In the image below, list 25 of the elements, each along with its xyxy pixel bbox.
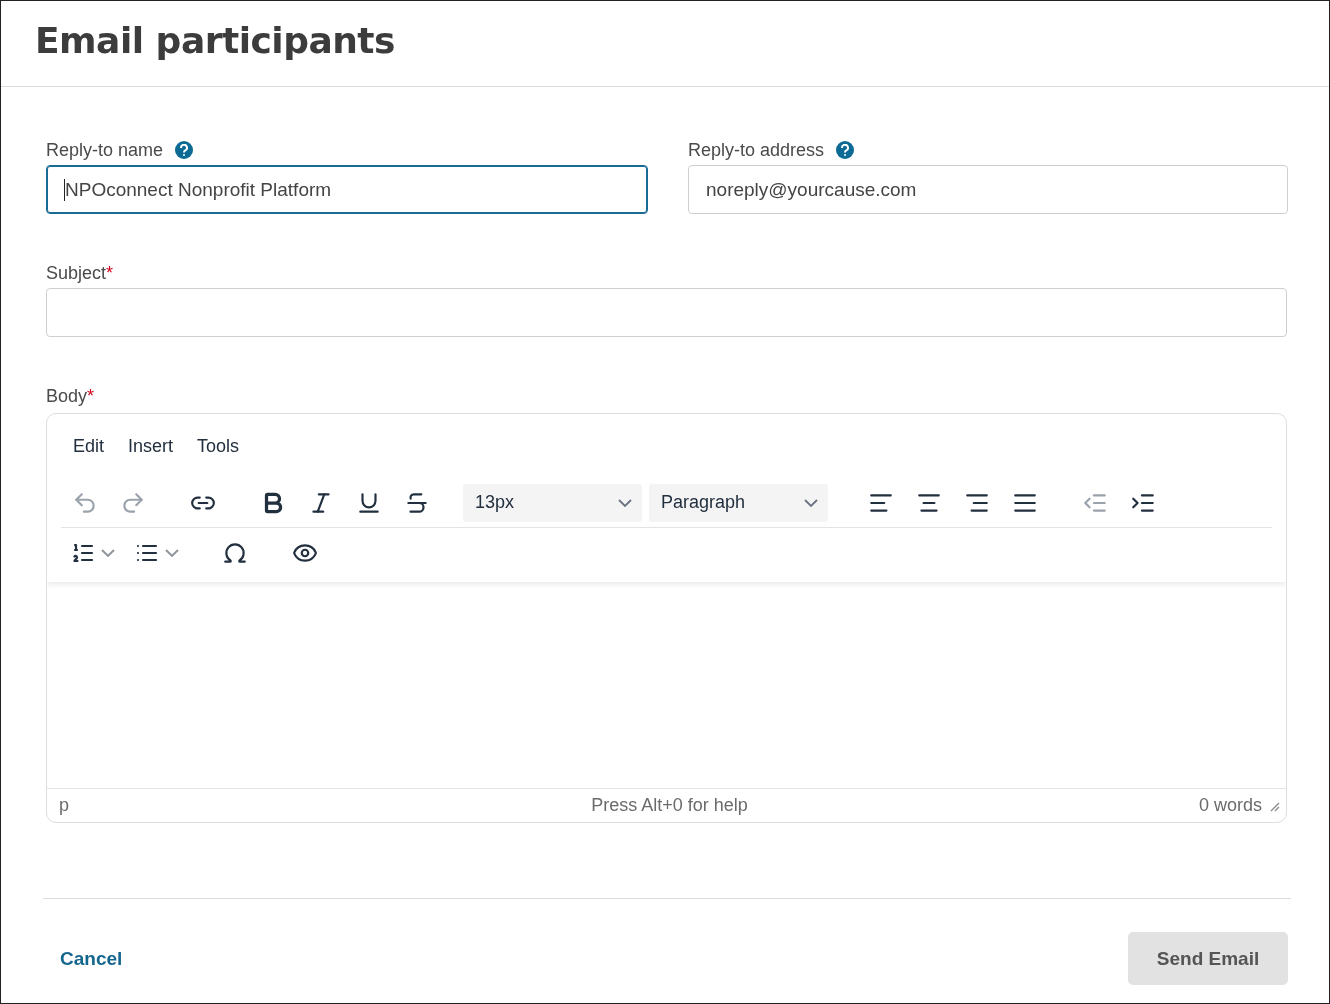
field-label: Body* [46,385,95,407]
chevron-down-icon [165,549,179,557]
cancel-link[interactable]: Cancel [60,947,123,970]
word-count: 0 words [1198,795,1262,816]
subject-field[interactable] [46,288,1287,337]
menu-item[interactable]: Edit [61,435,117,457]
dropdown[interactable]: 13px [463,483,642,522]
field-label: Reply-to address [688,139,825,161]
dropdown[interactable]: Paragraph [649,483,828,522]
numbered-list-icon [71,541,95,565]
text-field[interactable]: NPOconnect Nonprofit Platform [46,165,648,214]
help-icon[interactable] [836,141,855,159]
omega-icon [222,540,248,566]
chevron-down-icon [101,549,115,557]
field-label: Reply-to name [46,139,164,161]
field-label: Subject* [46,262,114,284]
help-hint: Press Alt+0 for help [591,795,748,816]
chevron-down-icon [804,498,818,507]
chevron-down-icon [618,498,632,507]
menu-item[interactable]: Tools [185,435,252,457]
help-icon[interactable] [175,141,194,159]
menu-item[interactable]: Insert [116,435,186,457]
text-field[interactable]: noreply@yourcause.com [688,165,1288,214]
element-path: p [59,795,70,816]
dialog-title: Email participants [35,20,395,61]
